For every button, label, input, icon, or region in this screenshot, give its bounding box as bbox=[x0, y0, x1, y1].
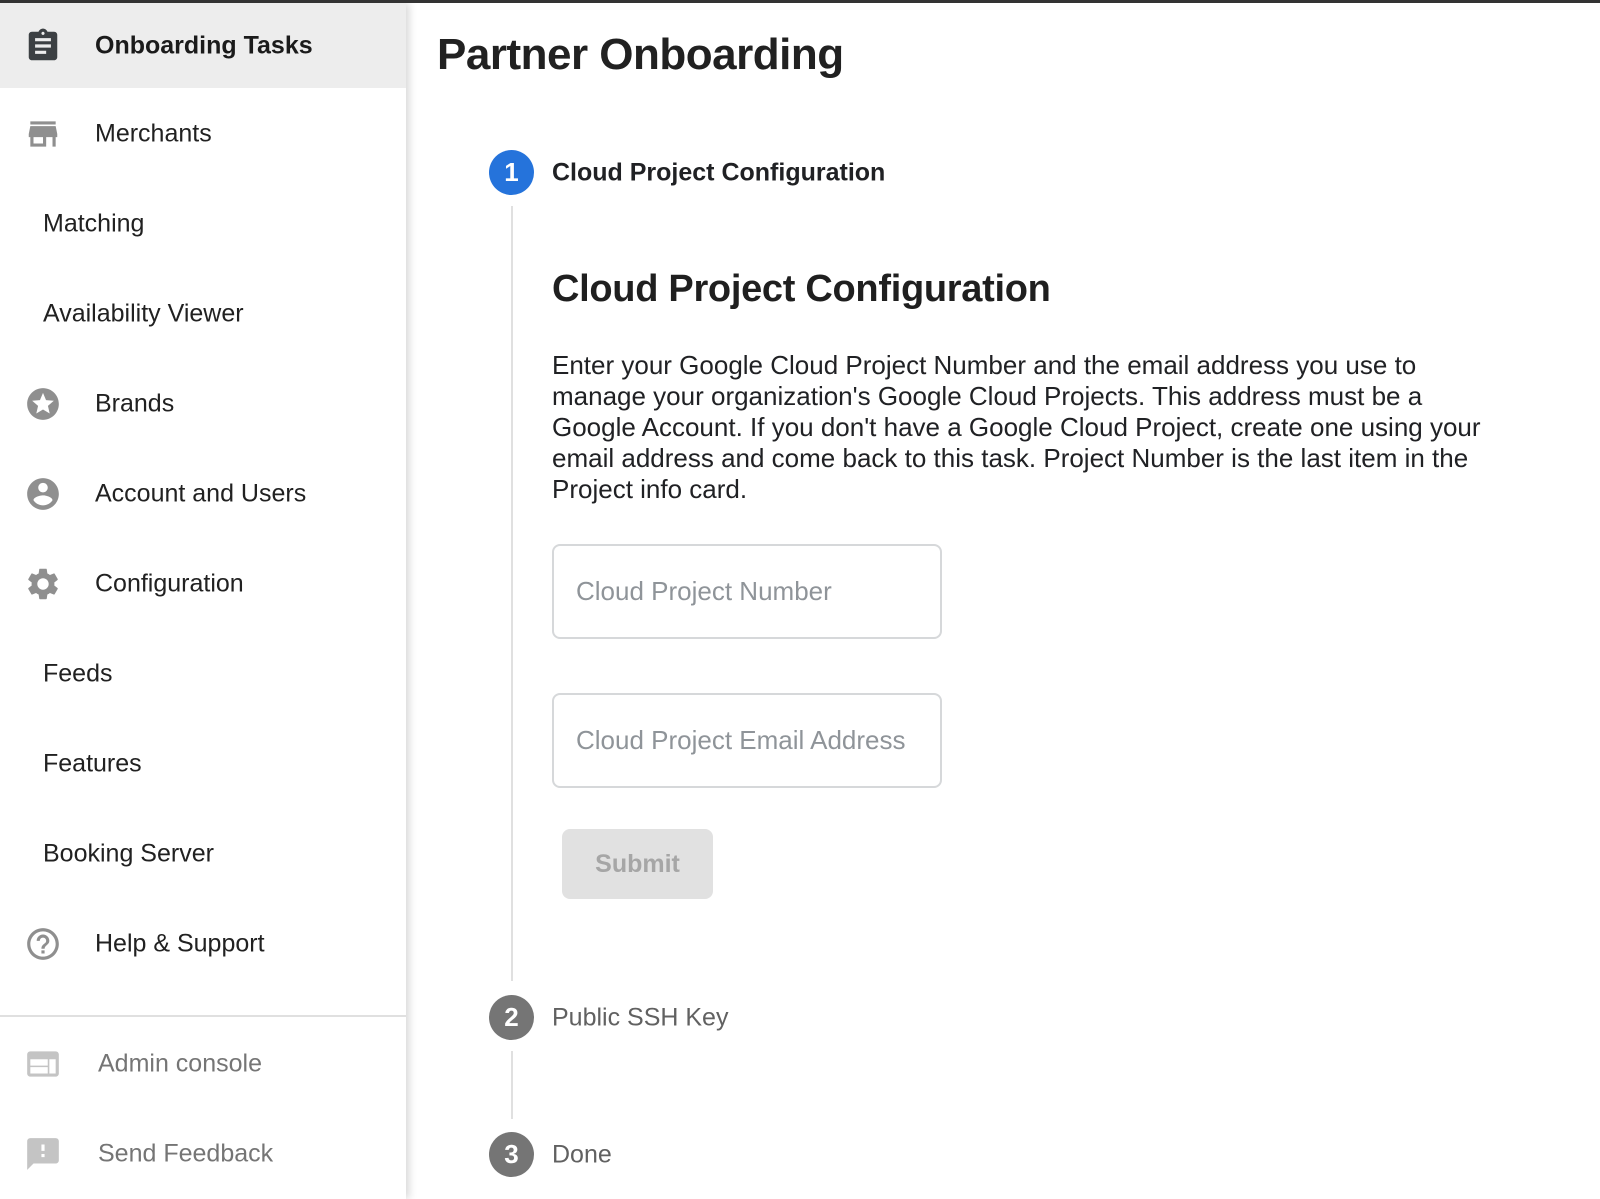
page-title: Partner Onboarding bbox=[437, 29, 844, 81]
account-circle-icon bbox=[24, 475, 62, 513]
sidebar-item-matching[interactable]: Matching bbox=[0, 179, 406, 269]
sidebar-item-merchants[interactable]: Merchants bbox=[0, 89, 406, 179]
step-1-label: Cloud Project Configuration bbox=[552, 159, 885, 188]
step-2-header[interactable]: 2 Public SSH Key bbox=[406, 995, 1306, 1041]
sidebar-item-label: Features bbox=[43, 750, 142, 779]
sidebar-item-label: Availability Viewer bbox=[43, 300, 244, 329]
star-circle-icon bbox=[24, 385, 62, 423]
window-top-border bbox=[0, 0, 1600, 3]
help-icon bbox=[24, 925, 62, 963]
sidebar-item-label: Help & Support bbox=[95, 930, 265, 959]
storefront-icon bbox=[24, 115, 62, 153]
submit-button[interactable]: Submit bbox=[562, 829, 713, 899]
sidebar-item-label: Configuration bbox=[95, 570, 244, 599]
step-1-description: Enter your Google Cloud Project Number a… bbox=[552, 350, 1492, 505]
sidebar-item-feeds[interactable]: Feeds bbox=[0, 629, 406, 719]
sidebar-item-label: Send Feedback bbox=[98, 1140, 273, 1169]
sidebar-item-label: Merchants bbox=[95, 120, 212, 149]
clipboard-icon bbox=[24, 27, 62, 65]
sidebar-item-label: Onboarding Tasks bbox=[95, 31, 313, 60]
sidebar-item-booking-server[interactable]: Booking Server bbox=[0, 809, 406, 899]
sidebar-item-brands[interactable]: Brands bbox=[0, 359, 406, 449]
sidebar-item-label: Feeds bbox=[43, 660, 112, 689]
feedback-icon bbox=[24, 1135, 62, 1173]
sidebar-item-label: Admin console bbox=[98, 1050, 262, 1079]
step-1-heading: Cloud Project Configuration bbox=[552, 265, 1051, 313]
sidebar-item-availability-viewer[interactable]: Availability Viewer bbox=[0, 269, 406, 359]
sidebar-item-send-feedback[interactable]: Send Feedback bbox=[0, 1109, 406, 1199]
step-2-label: Public SSH Key bbox=[552, 1004, 728, 1033]
sidebar-item-configuration[interactable]: Configuration bbox=[0, 539, 406, 629]
step-3-label: Done bbox=[552, 1141, 612, 1170]
browser-window-icon bbox=[24, 1045, 62, 1083]
cloud-project-number-input[interactable] bbox=[552, 544, 942, 639]
main-content: Partner Onboarding 1 Cloud Project Confi… bbox=[406, 3, 1600, 1199]
sidebar-item-help-support[interactable]: Help & Support bbox=[0, 899, 406, 989]
sidebar-item-account-and-users[interactable]: Account and Users bbox=[0, 449, 406, 539]
step-2-circle: 2 bbox=[489, 995, 534, 1040]
sidebar-item-label: Account and Users bbox=[95, 480, 306, 509]
sidebar: Onboarding Tasks Merchants Matching Avai… bbox=[0, 3, 406, 1199]
cloud-project-email-input[interactable] bbox=[552, 693, 942, 788]
step-3-header[interactable]: 3 Done bbox=[406, 1132, 1306, 1178]
step-1-header[interactable]: 1 Cloud Project Configuration bbox=[406, 150, 1306, 196]
step-3-circle: 3 bbox=[489, 1132, 534, 1177]
step-1-circle: 1 bbox=[489, 150, 534, 195]
sidebar-item-label: Matching bbox=[43, 210, 144, 239]
stepper-connector bbox=[511, 206, 513, 981]
stepper-connector bbox=[511, 1051, 513, 1119]
sidebar-item-label: Brands bbox=[95, 390, 174, 419]
sidebar-item-admin-console[interactable]: Admin console bbox=[0, 1019, 406, 1109]
sidebar-item-features[interactable]: Features bbox=[0, 719, 406, 809]
sidebar-divider bbox=[0, 1015, 406, 1017]
sidebar-item-onboarding-tasks[interactable]: Onboarding Tasks bbox=[0, 3, 406, 88]
gear-icon bbox=[24, 565, 62, 603]
sidebar-item-label: Booking Server bbox=[43, 840, 214, 869]
